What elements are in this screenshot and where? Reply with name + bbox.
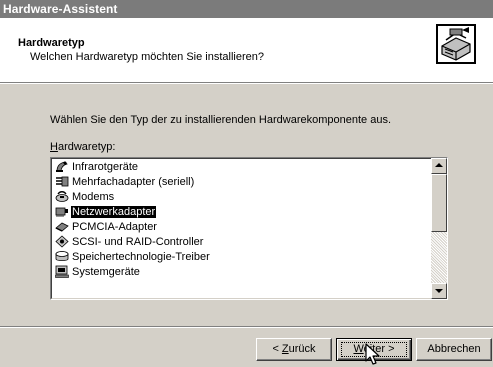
hardware-type-label-accel: H [50,141,58,153]
scsi-icon [55,235,69,248]
list-item-netzwerkadapter[interactable]: Netzwerkadapter [55,205,157,220]
hardware-type-label: Hardwaretyp: [50,141,115,153]
network-adapter-icon [55,207,68,217]
list-item-label: Netzwerkadapter [71,206,157,218]
header-subtitle: Welchen Hardwaretyp möchten Sie installi… [30,51,264,63]
list-item-scsi-raid[interactable]: SCSI- und RAID-Controller [55,235,204,250]
list-item-pcmcia[interactable]: PCMCIA-Adapter [55,220,158,235]
list-item-modems[interactable]: Modems [55,190,115,205]
storage-icon [55,250,69,261]
window-title: Hardware-Assistent [3,2,118,16]
list-item-speichertechnologie[interactable]: Speichertechnologie-Treiber [55,250,211,265]
list-item-label: Systemgeräte [72,266,140,278]
infrared-icon [56,161,68,172]
back-button-accel: Z [281,343,289,355]
scroll-up-button[interactable] [431,158,447,174]
list-item-label: SCSI- und RAID-Controller [72,236,204,248]
back-button[interactable]: < Zurück [256,338,332,361]
cancel-button[interactable]: Abbrechen [416,338,492,361]
list-item-label: Speichertechnologie-Treiber [72,251,210,263]
footer-divider-highlight [0,327,493,328]
multiport-serial-icon [56,176,69,186]
header-title: Hardwaretyp [18,37,85,49]
hardware-type-label-text: ardwaretyp: [57,141,116,153]
instruction-text: Wählen Sie den Typ der zu installierende… [50,114,391,126]
mouse-pointer-icon [365,343,380,365]
back-button-prefix: < [272,343,282,355]
pcmcia-icon [55,222,69,232]
list-item-label: Infrarotgeräte [72,161,139,173]
title-bar[interactable]: Hardware-Assistent [0,0,493,18]
list-item-label: PCMCIA-Adapter [72,221,157,233]
scroll-thumb[interactable] [431,174,447,232]
hardware-type-list[interactable]: Infrarotgeräte Mehrfachadapter (seriell)… [50,157,448,300]
list-scrollbar[interactable] [431,158,447,299]
list-item-label: Modems [72,191,115,203]
hardware-wizard-icon [436,24,476,64]
header-divider-highlight [0,83,493,84]
modem-icon [55,190,69,202]
wizard-header: Hardwaretyp Welchen Hardwaretyp möchten … [0,18,493,82]
list-item-label: Mehrfachadapter (seriell) [72,176,195,188]
back-button-label: urück [288,343,316,355]
list-item-mehrfachadapter[interactable]: Mehrfachadapter (seriell) [55,175,195,190]
hardware-wizard-window: Hardware-Assistent Hardwaretyp Welchen H… [0,0,493,367]
list-item-infrarotgeraete[interactable]: Infrarotgeräte [55,160,139,175]
list-item-systemgeraete[interactable]: Systemgeräte [55,265,141,280]
system-devices-icon [55,265,69,278]
scroll-down-button[interactable] [431,283,447,299]
